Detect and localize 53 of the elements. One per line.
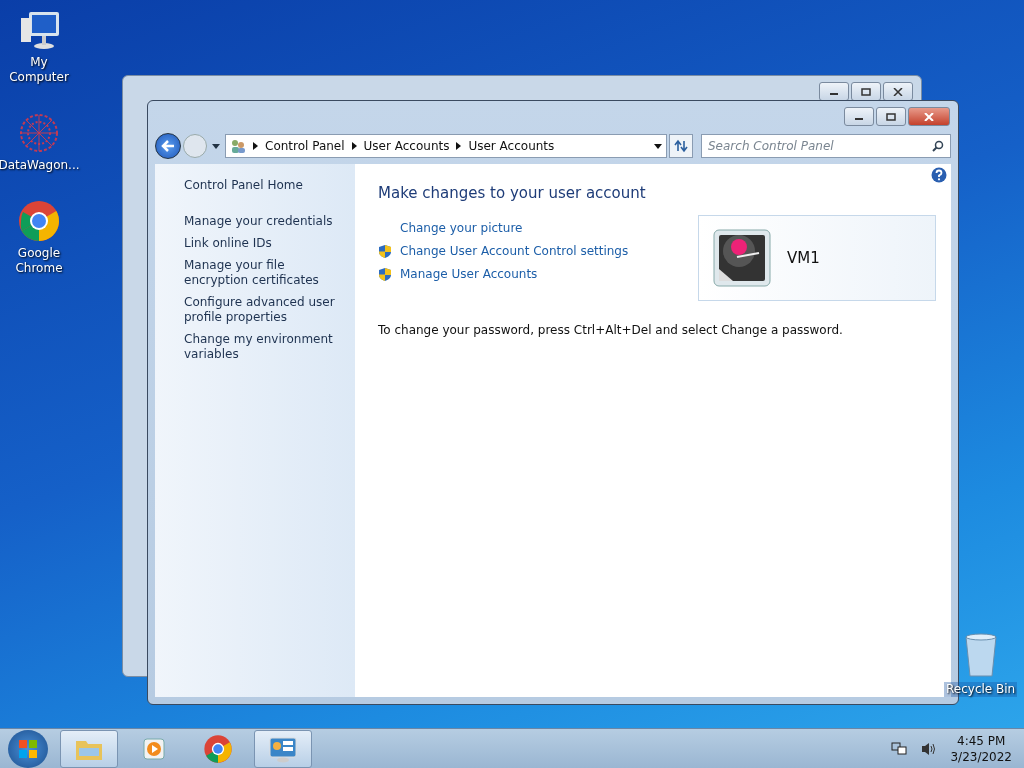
turntable-picture-icon <box>713 229 771 287</box>
star-pattern-icon[interactable] <box>17 111 61 155</box>
sidebar-link[interactable]: Configure advanced user profile properties <box>184 295 344 325</box>
desktop-icon-label[interactable]: DataWagon... <box>0 158 80 173</box>
sidebar-link[interactable]: Control Panel Home <box>184 178 344 193</box>
page-heading: Make changes to your user account <box>378 184 647 202</box>
network-icon[interactable] <box>890 740 909 757</box>
task-link[interactable]: Change your picture <box>400 221 523 235</box>
windows-logo-icon <box>17 737 39 760</box>
chevron-icon[interactable] <box>253 142 258 150</box>
shield-icon <box>378 243 392 259</box>
maximize-icon <box>886 112 896 121</box>
search-icon <box>932 140 944 152</box>
refresh-button[interactable] <box>669 134 693 158</box>
minimize-button[interactable] <box>844 107 874 126</box>
clock-date[interactable]: 3/23/2022 <box>950 748 1012 765</box>
chevron-icon[interactable] <box>351 142 357 150</box>
maximize-button[interactable] <box>876 107 906 126</box>
breadcrumb[interactable]: Control Panel <box>265 139 345 153</box>
close-icon <box>924 112 934 121</box>
address-bar[interactable]: Control Panel User Accounts User Accounts <box>225 134 667 158</box>
shield-icon <box>378 266 392 282</box>
password-note: To change your password, press Ctrl+Alt+Del and select Change a password. <box>378 323 844 337</box>
sidebar-link[interactable]: Link online IDs <box>184 236 344 251</box>
back-arrow-icon <box>161 140 175 152</box>
chrome-icon <box>203 733 233 764</box>
breadcrumb[interactable]: User Accounts <box>363 139 450 153</box>
task-link[interactable]: Manage User Accounts <box>400 267 538 281</box>
breadcrumb[interactable]: User Accounts <box>468 139 555 153</box>
users-icon <box>230 138 246 154</box>
account-name: VM1 <box>787 249 820 267</box>
sidebar-link[interactable]: Manage your credentials <box>184 214 344 229</box>
clock-time[interactable]: 4:45 PM <box>957 732 1006 749</box>
search-field[interactable]: Search Control Panel <box>701 134 951 158</box>
sidebar-link[interactable]: Manage your file encryption certificates <box>184 258 344 288</box>
desktop-icon-label[interactable]: Google Chrome <box>0 246 78 276</box>
dropdown-icon[interactable] <box>654 143 662 149</box>
sidebar-link[interactable]: Change my environment variables <box>184 332 344 362</box>
help-icon[interactable] <box>931 167 947 183</box>
close-icon <box>893 87 903 96</box>
refresh-icon <box>674 139 688 153</box>
desktop-icon-label[interactable]: My Computer <box>0 55 78 85</box>
back-button[interactable] <box>155 133 181 159</box>
maximize-icon <box>861 87 871 96</box>
chevron-icon[interactable] <box>456 142 462 150</box>
recycle-bin-icon[interactable] <box>962 632 999 678</box>
dropdown-icon[interactable] <box>212 143 220 149</box>
task-link[interactable]: Change User Account Control settings <box>400 244 629 258</box>
taskbar-button[interactable] <box>60 729 118 768</box>
start-button[interactable] <box>8 729 48 768</box>
control-panel-icon <box>267 734 299 763</box>
chrome-icon[interactable] <box>17 199 61 243</box>
taskbar-button[interactable] <box>254 729 312 768</box>
